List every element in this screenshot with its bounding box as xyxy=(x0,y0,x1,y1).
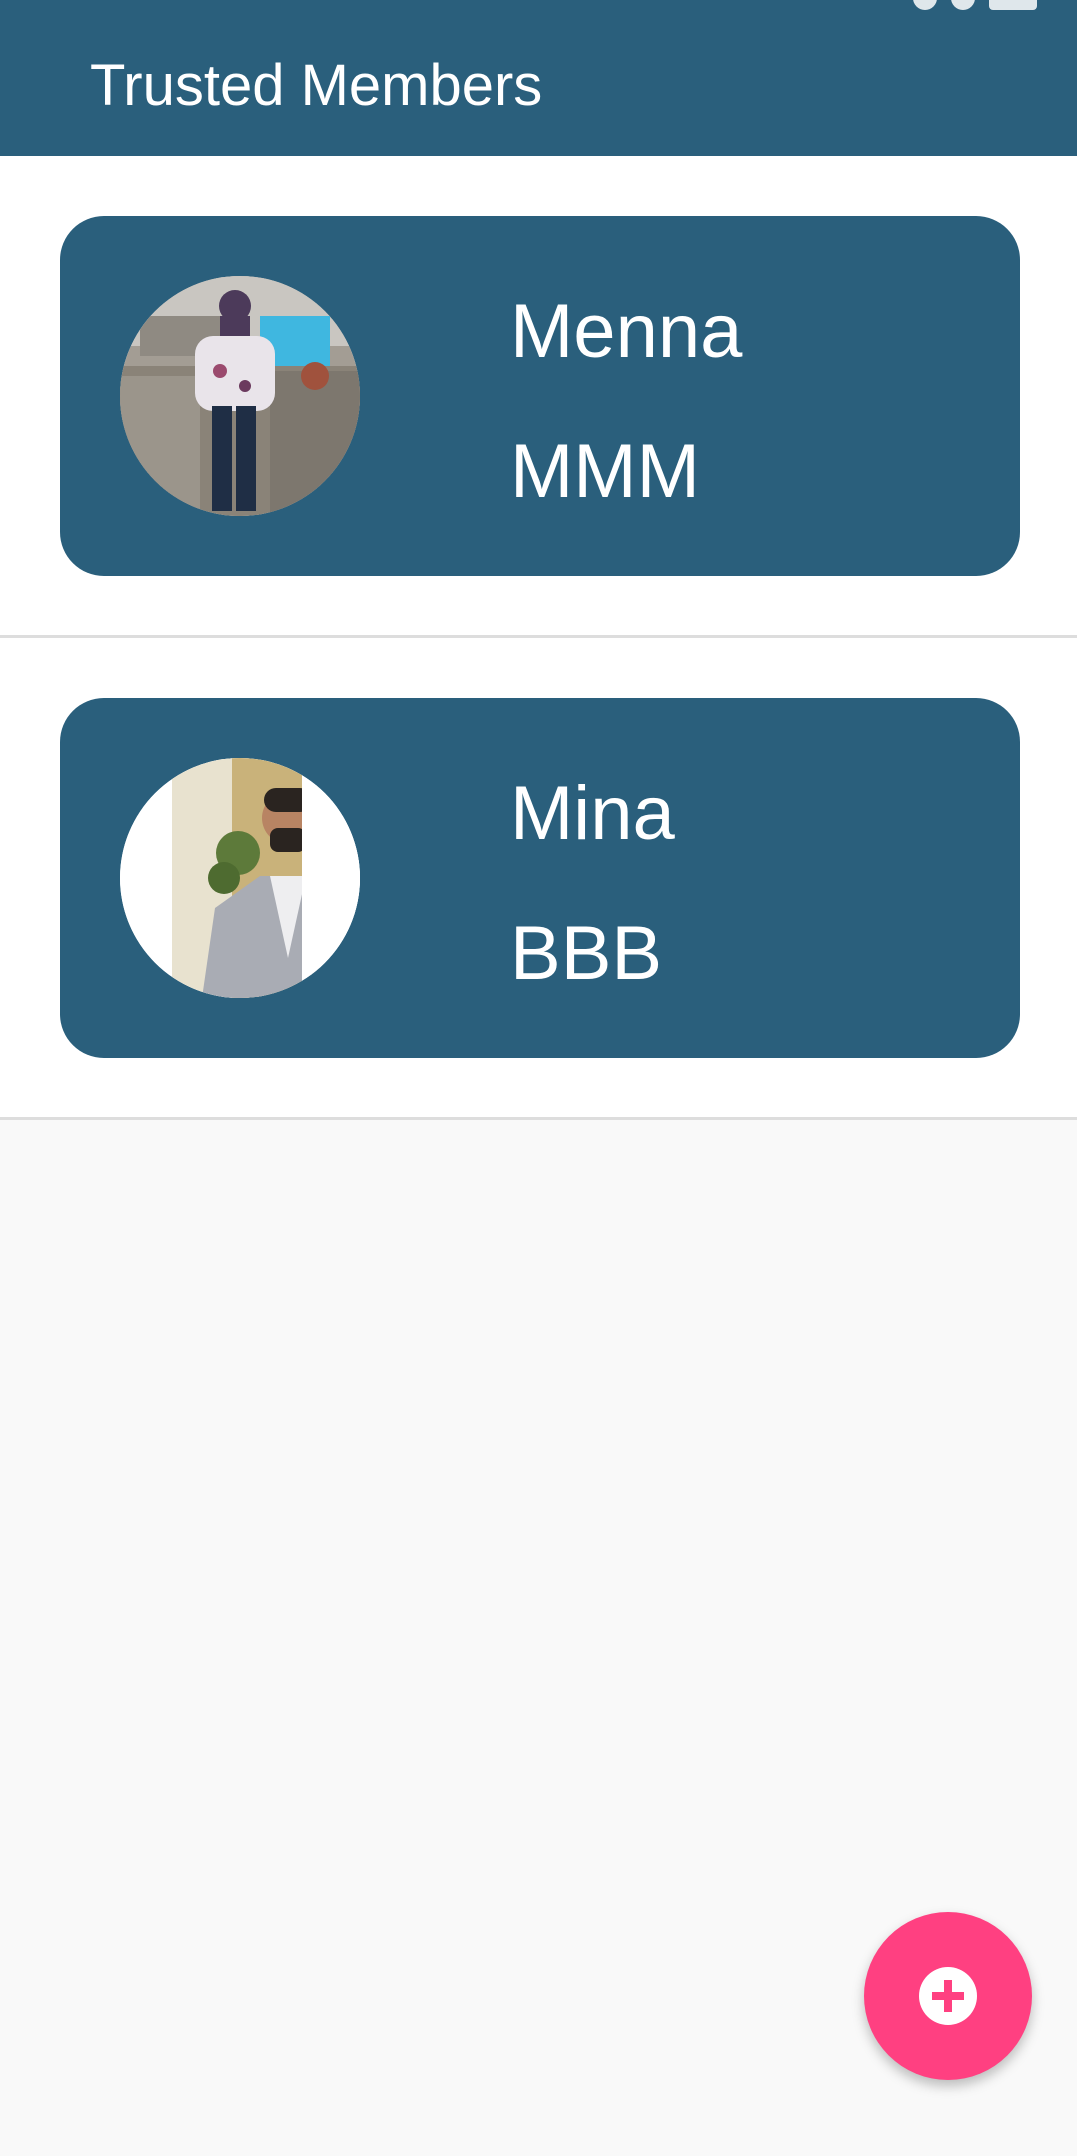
list-item[interactable]: Mina BBB xyxy=(0,638,1077,1120)
status-icons xyxy=(913,0,1037,10)
member-photo-icon xyxy=(120,276,360,516)
battery-icon xyxy=(989,0,1037,10)
member-photo-icon xyxy=(120,758,360,998)
app-bar: Trusted Members xyxy=(0,0,1077,156)
member-name: Menna xyxy=(510,289,743,374)
member-code: BBB xyxy=(510,911,663,996)
list-item[interactable]: Menna MMM xyxy=(0,156,1077,638)
member-card[interactable]: Menna MMM xyxy=(60,216,1020,576)
add-member-button[interactable] xyxy=(864,1912,1032,2080)
signal-icon xyxy=(913,0,937,10)
member-card[interactable]: Mina BBB xyxy=(60,698,1020,1058)
member-name: Mina xyxy=(510,771,675,856)
page-title: Trusted Members xyxy=(90,53,543,118)
add-circle-icon xyxy=(919,1967,977,2025)
member-code: MMM xyxy=(510,429,700,514)
trusted-members-list: Menna MMM Mina BBB xyxy=(0,156,1077,1120)
alarm-icon xyxy=(951,0,975,10)
avatar xyxy=(120,276,360,516)
status-bar xyxy=(0,0,1077,10)
avatar xyxy=(120,758,360,998)
